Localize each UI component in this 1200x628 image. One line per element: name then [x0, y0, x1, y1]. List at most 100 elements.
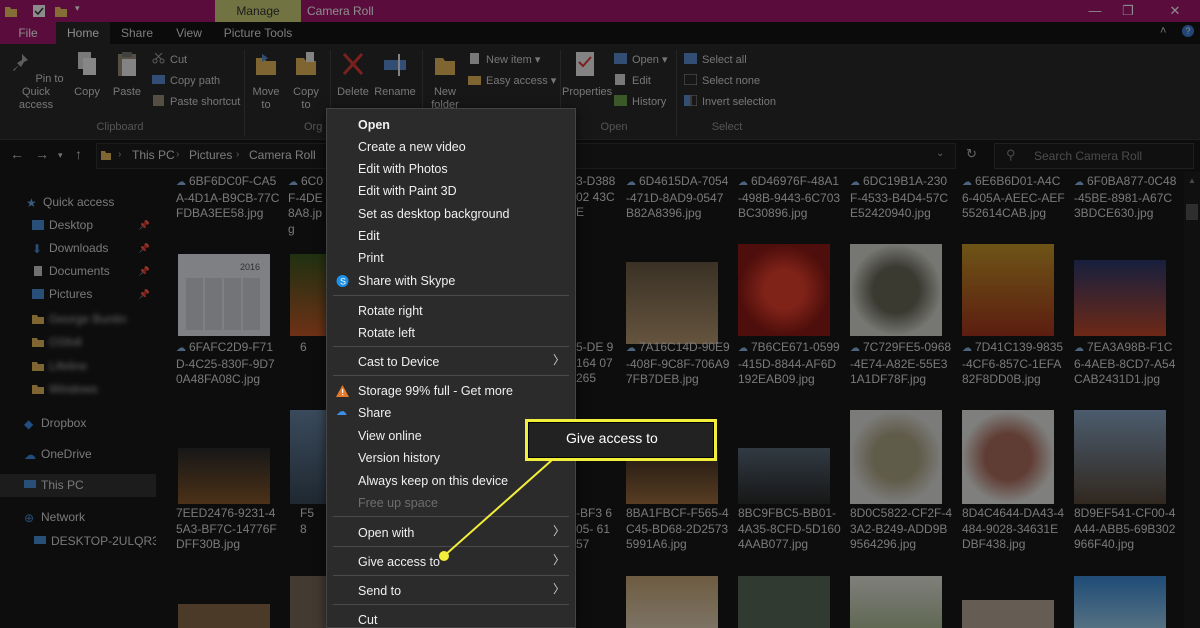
file-item[interactable]: ☁ 6DC19B1A-230F-4533-B4D4-57CE52420940.jp…: [850, 174, 954, 222]
file-item[interactable]: ☁ 6C0F-4DE8A8.jpg: [288, 174, 328, 237]
search-input[interactable]: Search Camera Roll: [1034, 149, 1142, 163]
menu-item-storage-row[interactable]: Storage 99% full - Get more: [327, 380, 575, 402]
thumbnail-photo[interactable]: [1074, 410, 1166, 504]
file-item[interactable]: ☁ 7EA3A98B-F1C6-4AEB-8CD7-A54CAB2431D1.jp…: [1074, 340, 1178, 388]
menu-item-share-skype-row[interactable]: S Share with Skype: [327, 270, 575, 292]
menu-item-storage-full[interactable]: Storage 99% full - Get more: [327, 380, 575, 402]
menu-item-edit-paint3d[interactable]: Edit with Paint 3D: [327, 180, 575, 202]
menu-item-give-access-row[interactable]: Give access to 〉: [327, 551, 575, 573]
nav-network[interactable]: ⊕ Network: [0, 506, 156, 529]
copy-to-button[interactable]: Copy to: [288, 50, 324, 112]
nav-pictures[interactable]: Pictures 📌: [0, 283, 156, 306]
menu-item-send-to-row[interactable]: Send to 〉: [327, 580, 575, 602]
menu-item-rotate-left[interactable]: Rotate left: [327, 322, 575, 344]
paste-shortcut-button[interactable]: Paste shortcut: [152, 92, 240, 112]
file-item[interactable]: F5 8: [300, 506, 320, 537]
menu-item-cut[interactable]: Cut: [327, 609, 575, 628]
file-item[interactable]: ☁ 6E6B6D01-A4C6-405A-AEEC-AEF552614CAB.jp…: [962, 174, 1066, 222]
menu-item-open-with-row[interactable]: Open with 〉: [327, 522, 575, 544]
menu-item-cast-row[interactable]: Cast to Device 〉: [327, 351, 575, 373]
nav-quick-access[interactable]: ★ Quick access: [0, 191, 156, 214]
menu-item-always-keep[interactable]: Always keep on this device: [327, 470, 575, 492]
thumbnail-photo[interactable]: [290, 254, 326, 336]
breadcrumb-pictures[interactable]: Pictures: [189, 148, 232, 162]
thumbnail-photo[interactable]: [850, 410, 942, 504]
address-dropdown-icon[interactable]: ⌄: [936, 148, 944, 159]
tab-home[interactable]: Home: [56, 22, 110, 44]
menu-item-cast-to-device[interactable]: Cast to Device: [327, 351, 575, 373]
nav-folder-blurred[interactable]: Lifeline: [0, 355, 156, 378]
nav-desktop[interactable]: Desktop 📌: [0, 214, 156, 237]
refresh-icon[interactable]: ↻: [966, 146, 977, 162]
thumbnail-photo[interactable]: [850, 244, 942, 336]
pin-icon[interactable]: 📌: [139, 237, 150, 260]
properties-check-icon[interactable]: [32, 4, 46, 18]
thumbnail-photo[interactable]: [626, 262, 718, 344]
file-item[interactable]: ☁ 6D4615DA-7054-471D-8AD9-0547B82A8396.jp…: [626, 174, 730, 222]
file-item[interactable]: ☁ 6F0BA877-0C48-45BE-8981-A67C3BDCE630.jp…: [1074, 174, 1178, 222]
file-item[interactable]: ☁ 7B6CE671-0599-415D-8844-AF6D192EAB09.jp…: [738, 340, 842, 388]
customize-toolbar-icon[interactable]: ▾: [75, 3, 80, 14]
menu-item-set-background[interactable]: Set as desktop background: [327, 203, 575, 225]
collapse-ribbon-icon[interactable]: ˄: [1160, 25, 1166, 37]
breadcrumb-this-pc[interactable]: This PC: [132, 148, 175, 162]
menu-item-open[interactable]: Open: [327, 114, 575, 136]
pin-quick-access-button[interactable]: Pin to Quick access: [4, 50, 68, 112]
nav-this-pc[interactable]: This PC: [0, 474, 156, 497]
menu-item-share-skype[interactable]: Share with Skype: [327, 270, 575, 292]
file-item[interactable]: 8D0C5822-CF2F-43A2-B249-ADD9B9564296.jpg: [850, 506, 954, 553]
new-item-button[interactable]: New item ▾: [468, 50, 540, 70]
file-item[interactable]: -BF3 605- 6157: [576, 506, 616, 553]
new-folder-button[interactable]: New folder: [426, 50, 464, 112]
menu-item-give-access[interactable]: Give access to: [327, 551, 575, 573]
forward-arrow-icon[interactable]: →: [35, 146, 49, 162]
file-item[interactable]: 6: [300, 340, 320, 356]
open-button[interactable]: Open ▾: [614, 50, 668, 70]
close-button[interactable]: ✕: [1155, 0, 1195, 22]
thumbnail-photo[interactable]: [738, 448, 830, 504]
thumbnail-photo[interactable]: [1074, 576, 1166, 628]
select-none-button[interactable]: Select none: [684, 71, 760, 91]
thumbnail-photo[interactable]: [738, 244, 830, 336]
cut-button[interactable]: Cut: [152, 50, 187, 70]
nav-folder-blurred[interactable]: Windows: [0, 378, 156, 401]
help-icon[interactable]: ?: [1182, 25, 1194, 37]
paste-button[interactable]: Paste: [108, 50, 146, 99]
thumbnail-photo[interactable]: [1074, 260, 1166, 336]
file-item[interactable]: 3-D38802 43CE: [576, 174, 616, 221]
pin-icon[interactable]: 📌: [139, 260, 150, 283]
pin-icon[interactable]: 📌: [139, 283, 150, 306]
menu-item-create-video[interactable]: Create a new video: [327, 136, 575, 158]
nav-documents[interactable]: Documents 📌: [0, 260, 156, 283]
file-item[interactable]: 8D9EF541-CF00-4A44-ABB5-69B302966F40.jpg: [1074, 506, 1178, 553]
recent-locations-icon[interactable]: ▾: [58, 150, 63, 161]
copy-path-button[interactable]: Copy path: [152, 71, 220, 91]
menu-item-rotate-right[interactable]: Rotate right: [327, 300, 575, 322]
thumbnail-photo[interactable]: [290, 410, 326, 504]
properties-button[interactable]: Properties: [562, 50, 612, 99]
file-item[interactable]: ☁ 7D41C139-9835-4CF6-857C-1EFA82F8DD0B.jp…: [962, 340, 1066, 388]
manage-tab[interactable]: Manage: [215, 0, 301, 22]
thumbnail-photo[interactable]: [178, 448, 270, 504]
breadcrumb-camera-roll[interactable]: Camera Roll: [249, 148, 316, 162]
new-folder-quick-icon[interactable]: [54, 4, 68, 18]
thumbnail-photo[interactable]: [962, 244, 1054, 336]
tab-file[interactable]: File: [0, 22, 56, 44]
nav-dropbox[interactable]: ◆ Dropbox: [0, 412, 156, 435]
thumbnail-photo[interactable]: [290, 576, 326, 628]
invert-selection-button[interactable]: Invert selection: [684, 92, 776, 112]
nav-folder-blurred[interactable]: George Buntin: [0, 308, 156, 331]
file-item[interactable]: 8BA1FBCF-F565-4C45-BD68-2D25735991A6.jpg: [626, 506, 730, 553]
select-all-button[interactable]: Select all: [684, 50, 747, 70]
back-arrow-icon[interactable]: ←: [10, 146, 24, 162]
thumbnail-photo[interactable]: [962, 410, 1054, 504]
file-item[interactable]: ☁ 6FAFC2D9-F71D-4C25-830F-9D70A48FA08C.jp…: [176, 340, 280, 388]
up-arrow-icon[interactable]: ↑: [75, 146, 82, 162]
history-button[interactable]: History: [614, 92, 666, 112]
tab-view[interactable]: View: [164, 22, 214, 44]
file-item[interactable]: 8BC9FBC5-BB01-4A35-8CFD-5D1604AAB077.jpg: [738, 506, 842, 553]
nav-desktop-pc[interactable]: DESKTOP-2ULQR3E: [0, 530, 156, 553]
menu-item-edit-photos[interactable]: Edit with Photos: [327, 158, 575, 180]
menu-item-print[interactable]: Print: [327, 247, 575, 269]
tab-share[interactable]: Share: [112, 22, 162, 44]
